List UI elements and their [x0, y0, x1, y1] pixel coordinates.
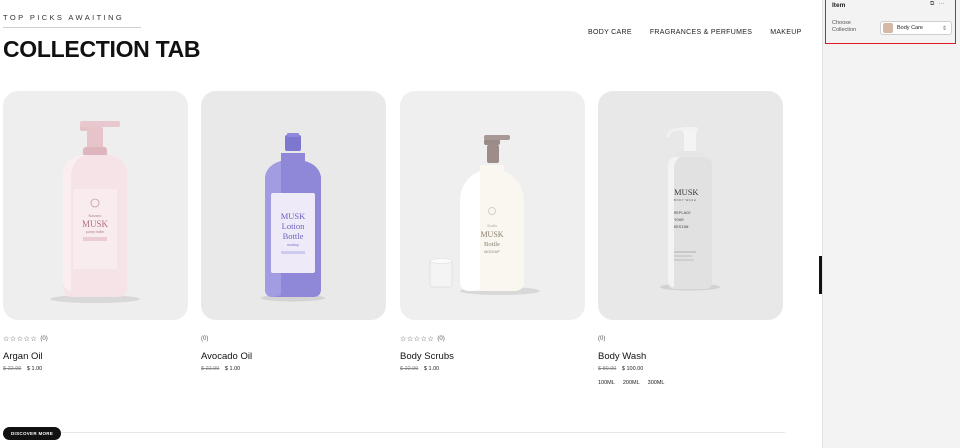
- variant-200ml[interactable]: 200ML: [623, 380, 640, 386]
- product-name[interactable]: Body Wash: [598, 351, 783, 362]
- current-price: $ 1.00: [423, 366, 440, 372]
- page-title: COLLECTION TAB: [3, 36, 201, 62]
- label-sub-text: pump bottle: [86, 230, 104, 234]
- label-line-1: Choose: [832, 20, 851, 26]
- variant-300ml[interactable]: 300ML: [648, 380, 665, 386]
- review-count: (0): [437, 336, 445, 342]
- collection-select-value: Body Care: [897, 25, 923, 31]
- label-musk-text: MUSK: [281, 211, 306, 221]
- label-bottle-text: Bottle: [283, 231, 304, 241]
- product-card-argan-oil: ☆☆☆☆☆ (0) Argan Oil $ 22.99 $ 1.00: [3, 334, 188, 372]
- panel-actions: ⧉ ···: [930, 1, 944, 8]
- cream-pump-bottle-image: Sodio MUSK Bottle MOCKUP: [429, 135, 540, 295]
- label-line-2: Collection: [832, 27, 857, 33]
- old-price: $ 22.99: [400, 366, 419, 372]
- label-sub-text: BODY WASH: [674, 198, 696, 202]
- star-rating-icon: ☆☆☆☆☆: [400, 336, 435, 343]
- pink-pump-bottle-image: Navaro MUSK pump bottle: [50, 121, 140, 303]
- kicker-divider: [3, 27, 141, 28]
- label-sub-text: MOCKUP: [484, 250, 500, 254]
- section-divider: [60, 432, 785, 433]
- product-card-body-scrubs: ☆☆☆☆☆ (0) Body Scrubs $ 22.99 $ 1.00: [400, 334, 585, 372]
- copy-icon[interactable]: ⧉: [930, 1, 934, 8]
- old-price: $ 80.00: [598, 366, 617, 372]
- purple-lotion-bottle-image: MUSK Lotion Bottle mockup: [261, 133, 325, 302]
- product-price: $ 22.99 $ 1.00: [201, 366, 386, 372]
- chevron-updown-icon: ⇕: [941, 25, 947, 32]
- label-line-1: REPLACE: [674, 212, 691, 216]
- product-card-avocado-oil: (0) Avocado Oil $ 22.99 $ 1.00: [201, 334, 386, 372]
- label-line-3: DESIGN: [674, 226, 689, 230]
- product-image-body-scrubs[interactable]: Sodio MUSK Bottle MOCKUP: [400, 91, 585, 320]
- review-count: (0): [40, 336, 48, 342]
- section-kicker: TOP PICKS AWAITING: [3, 13, 125, 22]
- more-icon[interactable]: ···: [938, 1, 944, 8]
- collection-select[interactable]: Body Care ⇕: [880, 21, 952, 35]
- old-price: $ 22.99: [3, 366, 22, 372]
- label-brand-text: Navaro: [89, 213, 103, 218]
- current-price: $ 1.00: [26, 366, 43, 372]
- label-main-text: MUSK: [82, 219, 109, 229]
- product-price: $ 80.00 $ 100.00: [598, 366, 783, 372]
- label-sub-text: mockup: [287, 243, 299, 247]
- product-price: $ 22.99 $ 1.00: [400, 366, 585, 372]
- grey-pump-bottle-image: MUSK BODY WASH REPLACE YOUR DESIGN: [660, 127, 720, 291]
- page-canvas: TOP PICKS AWAITING COLLECTION TAB BODY C…: [0, 0, 820, 448]
- label-musk-text: MUSK: [480, 230, 503, 239]
- current-price: $ 1.00: [224, 366, 241, 372]
- tab-makeup[interactable]: MAKEUP: [770, 29, 801, 36]
- label-lotion-text: Lotion: [282, 221, 305, 231]
- star-rating-icon: ☆☆☆☆☆: [3, 336, 38, 343]
- rating: ☆☆☆☆☆ (0): [400, 334, 585, 344]
- old-price: $ 22.99: [201, 366, 220, 372]
- collection-thumbnail: [883, 23, 893, 33]
- product-card-body-wash: (0) Body Wash $ 80.00 $ 100.00 100ML 200…: [598, 334, 783, 386]
- review-count: (0): [598, 336, 606, 342]
- rating: ☆☆☆☆☆ (0): [3, 334, 188, 344]
- product-name[interactable]: Body Scrubs: [400, 351, 585, 362]
- label-musk-text: MUSK: [674, 187, 699, 197]
- review-count: (0): [201, 336, 209, 342]
- tab-fragrances-perfumes[interactable]: FRAGRANCES & PERFUMES: [650, 29, 752, 36]
- current-price: $ 100.00: [621, 366, 644, 372]
- variant-100ml[interactable]: 100ML: [598, 380, 615, 386]
- rating: (0): [201, 334, 386, 344]
- product-name[interactable]: Argan Oil: [3, 351, 188, 362]
- choose-collection-label: Choose Collection: [832, 20, 872, 34]
- product-image-body-wash[interactable]: MUSK BODY WASH REPLACE YOUR DESIGN: [598, 91, 783, 320]
- label-brand-text: Sodio: [487, 223, 498, 228]
- panel-title: Item: [832, 2, 846, 9]
- collection-tabs: BODY CARE FRAGRANCES & PERFUMES MAKEUP: [588, 29, 802, 36]
- tab-body-care[interactable]: BODY CARE: [588, 29, 632, 36]
- label-line-2: YOUR: [674, 219, 684, 223]
- variant-options: 100ML 200ML 300ML: [598, 380, 783, 386]
- label-bottle-text: Bottle: [484, 241, 500, 248]
- product-price: $ 22.99 $ 1.00: [3, 366, 188, 372]
- product-image-avocado-oil[interactable]: MUSK Lotion Bottle mockup: [201, 91, 386, 320]
- product-name[interactable]: Avocado Oil: [201, 351, 386, 362]
- product-image-argan-oil[interactable]: Navaro MUSK pump bottle: [3, 91, 188, 320]
- discover-more-button[interactable]: DISCOVER MORE: [3, 427, 62, 440]
- settings-panel: [822, 0, 960, 448]
- rating: (0): [598, 334, 783, 344]
